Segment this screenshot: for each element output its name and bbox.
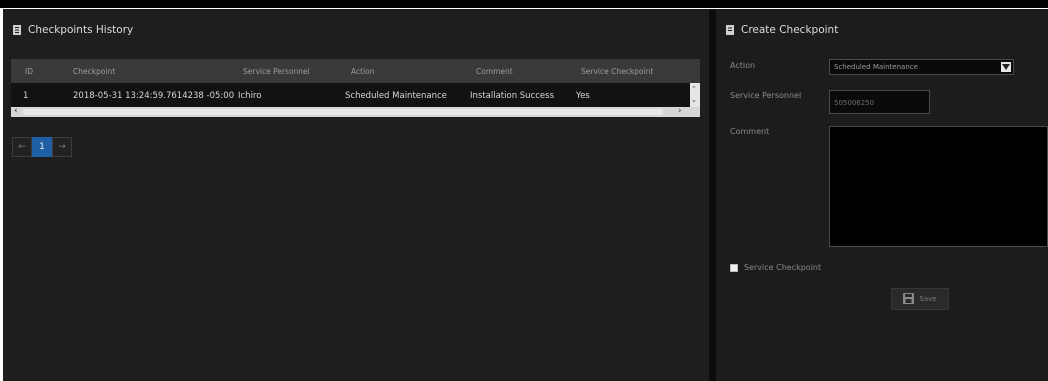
save-button[interactable]: Save [891,288,949,310]
action-select[interactable]: Scheduled Maintenance [829,59,1014,75]
checkpoints-table: ID Checkpoint Service Personnel Action C… [11,59,700,117]
action-select-value: Scheduled Maintenance [834,63,918,71]
cell-id: 1 [23,91,29,101]
cell-service-personnel: Ichiro [238,91,262,101]
table-row[interactable]: 1 2018-05-31 13:24:59.7614238 -05:00 Ich… [11,83,700,107]
column-header-id[interactable]: ID [25,67,33,76]
column-header-action[interactable]: Action [351,67,375,76]
list-icon [13,25,21,35]
checkpoints-history-panel: Checkpoints History ID Checkpoint Servic… [3,9,709,381]
checkpoints-history-header: Checkpoints History [13,24,133,36]
service-personnel-input[interactable]: 505006250 [829,90,930,114]
chevron-down-icon[interactable] [1001,62,1011,72]
cell-checkpoint: 2018-05-31 13:24:59.7614238 -05:00 [73,91,235,101]
document-icon [726,25,734,35]
create-checkpoint-header: Create Checkpoint [726,24,838,36]
column-header-comment[interactable]: Comment [476,67,513,76]
next-page-button[interactable]: → [52,137,72,157]
column-header-checkpoint[interactable]: Checkpoint [73,67,115,76]
service-checkpoint-checkbox[interactable] [730,263,738,272]
save-button-label: Save [919,295,937,303]
table-header-row: ID Checkpoint Service Personnel Action C… [11,59,700,83]
top-bar [0,0,1048,8]
arrow-right-icon: → [58,142,66,152]
scroll-right-icon[interactable]: › [678,106,682,116]
cell-comment: Installation Success [470,91,554,101]
service-checkpoint-row: Service Checkpoint [730,263,821,272]
scroll-down-icon[interactable]: ⌄ [691,96,697,104]
cell-action: Scheduled Maintenance [345,91,447,101]
service-checkpoint-label: Service Checkpoint [744,263,822,272]
column-header-service-checkpoint[interactable]: Service Checkpoint [581,67,653,76]
checkpoints-history-title: Checkpoints History [28,24,134,36]
floppy-disk-icon [903,292,915,306]
horizontal-scroll-thumb[interactable] [23,109,663,115]
column-header-service-personnel[interactable]: Service Personnel [243,67,310,76]
panel-divider [709,9,716,381]
scroll-up-icon[interactable]: ⌃ [691,85,697,93]
cell-service-checkpoint: Yes [576,91,590,101]
action-label: Action [730,61,756,70]
scroll-left-icon[interactable]: ‹ [14,106,18,116]
comment-label: Comment [730,127,770,136]
create-checkpoint-title: Create Checkpoint [741,24,839,36]
page-button-current[interactable]: 1 [32,137,52,157]
pagination: ← 1 → [12,137,72,157]
prev-page-button[interactable]: ← [12,137,32,157]
comment-textarea[interactable] [829,126,1048,247]
horizontal-scrollbar[interactable]: ‹ › [11,106,700,117]
vertical-scrollbar[interactable]: ⌃ ⌄ [690,83,700,107]
create-checkpoint-panel: Create Checkpoint Action Scheduled Maint… [716,9,1048,381]
arrow-left-icon: ← [18,142,26,152]
service-personnel-label: Service Personnel [730,91,802,100]
